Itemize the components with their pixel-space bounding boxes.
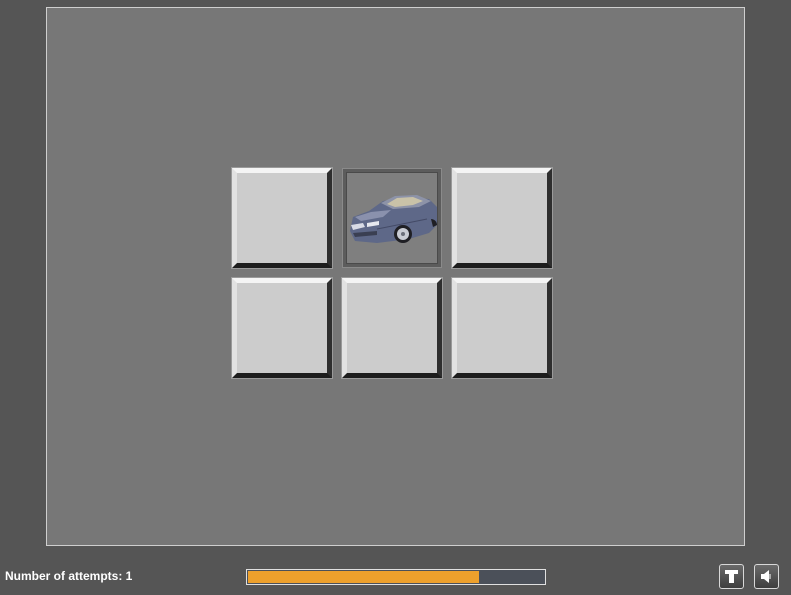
car-image [347, 173, 437, 263]
game-board [46, 7, 745, 546]
attempts-counter: Number of attempts: 1 [5, 569, 133, 583]
progress-fill [248, 571, 479, 583]
game-stage: Number of attempts: 1 [0, 0, 791, 595]
memory-card[interactable] [452, 278, 552, 378]
memory-card[interactable] [452, 168, 552, 268]
progress-bar [246, 569, 546, 585]
memory-card[interactable] [232, 168, 332, 268]
memory-card[interactable] [232, 278, 332, 378]
memory-card[interactable] [342, 278, 442, 378]
text-toggle-button[interactable] [719, 564, 744, 589]
text-icon [725, 570, 738, 583]
sound-toggle-button[interactable] [754, 564, 779, 589]
memory-card-revealed[interactable] [342, 168, 442, 268]
speaker-icon [761, 570, 771, 583]
